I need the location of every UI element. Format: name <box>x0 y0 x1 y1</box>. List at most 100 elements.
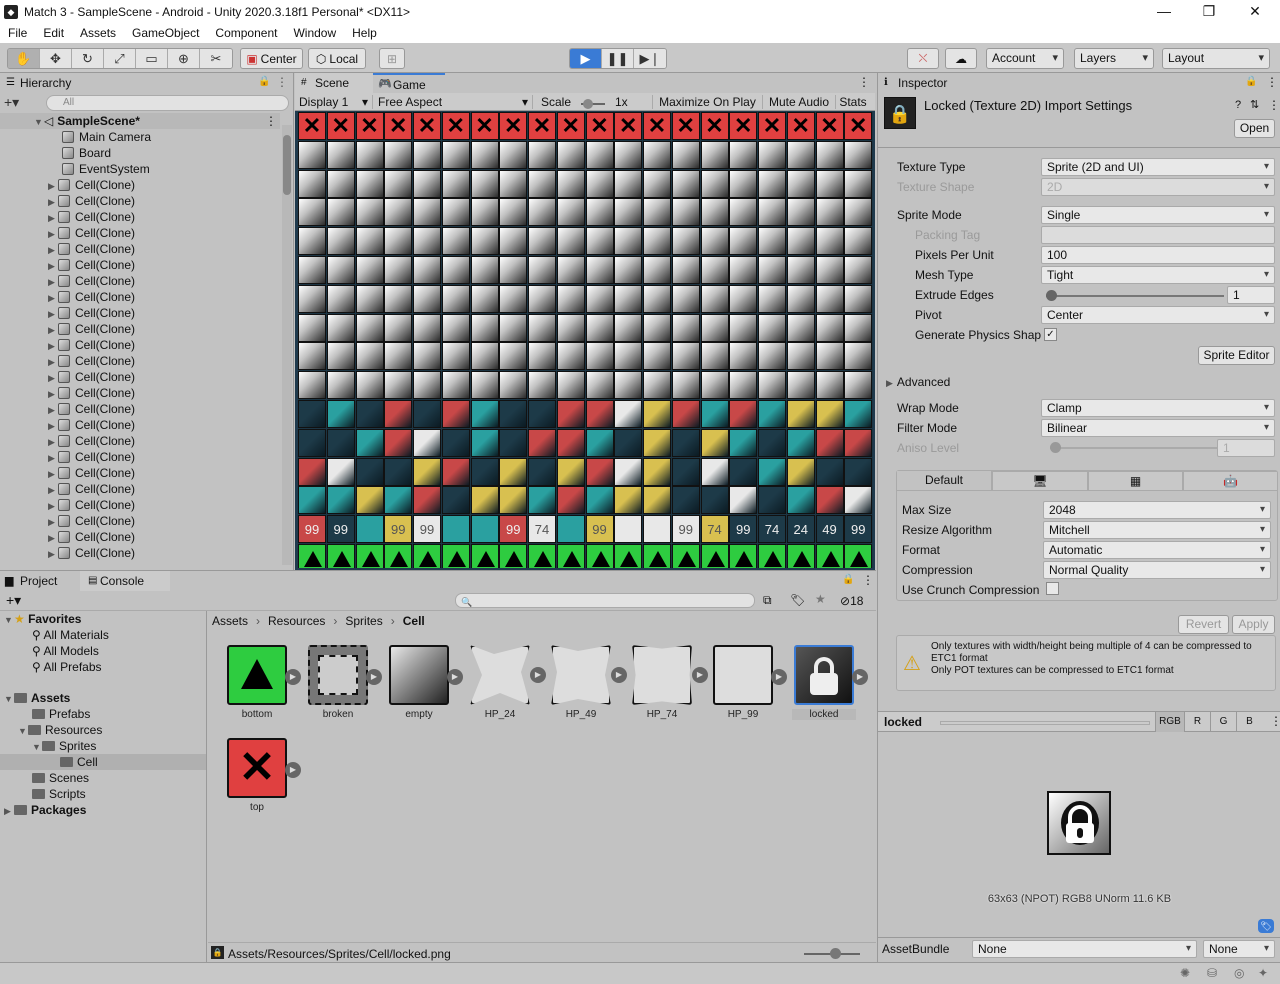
empty-cell[interactable] <box>643 284 671 313</box>
bottom-cell[interactable] <box>643 544 671 568</box>
inspector-lock-icon[interactable]: 🔒 <box>1245 76 1257 87</box>
pause-icon[interactable]: ❚❚ <box>602 49 634 68</box>
chevron-right-icon[interactable]: ▶ <box>48 194 58 210</box>
empty-cell[interactable] <box>614 140 643 169</box>
gem-cell[interactable] <box>729 457 758 486</box>
chevron-right-icon[interactable]: ▶ <box>48 498 58 514</box>
zoom-thumb[interactable] <box>830 948 841 959</box>
empty-cell[interactable] <box>326 198 355 227</box>
empty-cell[interactable] <box>441 342 470 371</box>
bottom-cell[interactable] <box>815 544 844 568</box>
gem-cell[interactable] <box>700 400 729 428</box>
minimize-icon[interactable]: — <box>1141 0 1187 24</box>
gem-cell[interactable] <box>326 400 355 428</box>
empty-cell[interactable] <box>413 342 441 371</box>
gem-cell[interactable] <box>815 400 844 428</box>
empty-cell[interactable] <box>441 256 470 284</box>
rotate-tool-icon[interactable]: ↻ <box>72 49 104 68</box>
gem-cell[interactable] <box>355 457 384 486</box>
asset-broken[interactable]: ▶ broken <box>306 645 382 720</box>
sprite-editor-button[interactable]: Sprite Editor <box>1198 346 1275 365</box>
empty-cell[interactable] <box>758 198 786 227</box>
tab-scene[interactable]: # Scene <box>295 73 373 93</box>
empty-cell[interactable] <box>643 169 671 198</box>
empty-cell[interactable] <box>786 313 815 342</box>
top-cell[interactable]: ✕ <box>786 112 815 140</box>
empty-cell[interactable] <box>844 227 873 256</box>
display-dropdown[interactable]: Display 1 ▾ <box>295 94 373 109</box>
top-cell[interactable]: ✕ <box>528 112 556 140</box>
tree-item-cell-clone[interactable]: ▶ Cell(Clone) <box>48 241 135 257</box>
gem-cell[interactable] <box>844 457 873 486</box>
empty-cell[interactable] <box>844 140 873 169</box>
tree-item-cell-clone[interactable]: ▶ Cell(Clone) <box>48 369 135 385</box>
menu-gameobject[interactable]: GameObject <box>124 24 207 40</box>
chevron-right-icon[interactable]: ▶ <box>48 258 58 274</box>
top-cell[interactable]: ✕ <box>643 112 671 140</box>
empty-cell[interactable] <box>758 371 786 400</box>
pivot-dropdown[interactable]: Center <box>1041 306 1275 324</box>
chevron-right-icon[interactable]: ▶ <box>48 226 58 242</box>
gem-cell[interactable] <box>556 486 585 515</box>
empty-cell[interactable] <box>298 198 326 227</box>
chevron-right-icon[interactable]: ▶ <box>48 210 58 226</box>
hp-cell[interactable] <box>614 515 643 544</box>
empty-cell[interactable] <box>700 227 729 256</box>
empty-cell[interactable] <box>499 342 528 371</box>
gem-cell[interactable] <box>298 400 326 428</box>
gem-cell[interactable] <box>786 400 815 428</box>
gem-cell[interactable] <box>441 428 470 457</box>
hp-cell[interactable]: 99 <box>499 515 528 544</box>
empty-cell[interactable] <box>700 169 729 198</box>
gem-cell[interactable] <box>729 400 758 428</box>
tree-item-main-camera[interactable]: Main Camera <box>62 129 151 145</box>
bottom-cell[interactable] <box>614 544 643 568</box>
asset-hp-74[interactable]: ▶ HP_74 <box>630 645 708 720</box>
asset-hp-24[interactable]: ▶ HP_24 <box>468 645 546 720</box>
empty-cell[interactable] <box>499 371 528 400</box>
bottom-cell[interactable] <box>441 544 470 568</box>
empty-cell[interactable] <box>470 284 499 313</box>
gem-cell[interactable] <box>758 486 786 515</box>
stats-toggle[interactable]: Stats <box>836 95 870 109</box>
top-cell[interactable]: ✕ <box>355 112 384 140</box>
tree-favorites[interactable]: ▼★ Favorites <box>4 611 81 627</box>
empty-cell[interactable] <box>585 198 614 227</box>
empty-cell[interactable] <box>671 256 700 284</box>
empty-cell[interactable] <box>671 198 700 227</box>
chevron-right-icon[interactable]: ▶ <box>48 482 58 498</box>
tree-item-cell-clone[interactable]: ▶ Cell(Clone) <box>48 433 135 449</box>
empty-cell[interactable] <box>585 342 614 371</box>
gem-cell[interactable] <box>700 428 729 457</box>
filter-label-icon[interactable]: 🏷 <box>790 593 805 607</box>
empty-cell[interactable] <box>298 227 326 256</box>
top-cell[interactable]: ✕ <box>585 112 614 140</box>
bottom-cell[interactable] <box>298 544 326 568</box>
hp-cell[interactable]: 74 <box>758 515 786 544</box>
empty-cell[interactable] <box>729 198 758 227</box>
aspect-dropdown[interactable]: Free Aspect ▾ <box>373 94 533 109</box>
tree-cell[interactable]: Cell <box>0 754 206 770</box>
empty-cell[interactable] <box>671 227 700 256</box>
empty-cell[interactable] <box>729 227 758 256</box>
tree-prefabs[interactable]: Prefabs <box>32 706 90 722</box>
empty-cell[interactable] <box>326 342 355 371</box>
empty-cell[interactable] <box>815 140 844 169</box>
hp-cell[interactable] <box>556 515 585 544</box>
hp-cell[interactable]: 99 <box>671 515 700 544</box>
top-cell[interactable]: ✕ <box>729 112 758 140</box>
tab-inspector[interactable]: ℹ Inspector <box>878 73 978 93</box>
project-create-icon[interactable]: +▾ <box>6 592 21 609</box>
empty-cell[interactable] <box>585 169 614 198</box>
gem-cell[interactable] <box>326 486 355 515</box>
empty-cell[interactable] <box>528 313 556 342</box>
tree-scenes[interactable]: Scenes <box>32 770 89 786</box>
expand-icon[interactable]: ▶ <box>771 669 787 685</box>
tree-item-cell-clone[interactable]: ▶ Cell(Clone) <box>48 321 135 337</box>
hand-tool-icon[interactable]: ✋ <box>8 49 40 68</box>
top-cell[interactable]: ✕ <box>700 112 729 140</box>
chevron-right-icon[interactable]: ▶ <box>48 242 58 258</box>
bug-icon[interactable]: ✺ <box>1180 966 1190 980</box>
bottom-cell[interactable] <box>556 544 585 568</box>
empty-cell[interactable] <box>815 227 844 256</box>
